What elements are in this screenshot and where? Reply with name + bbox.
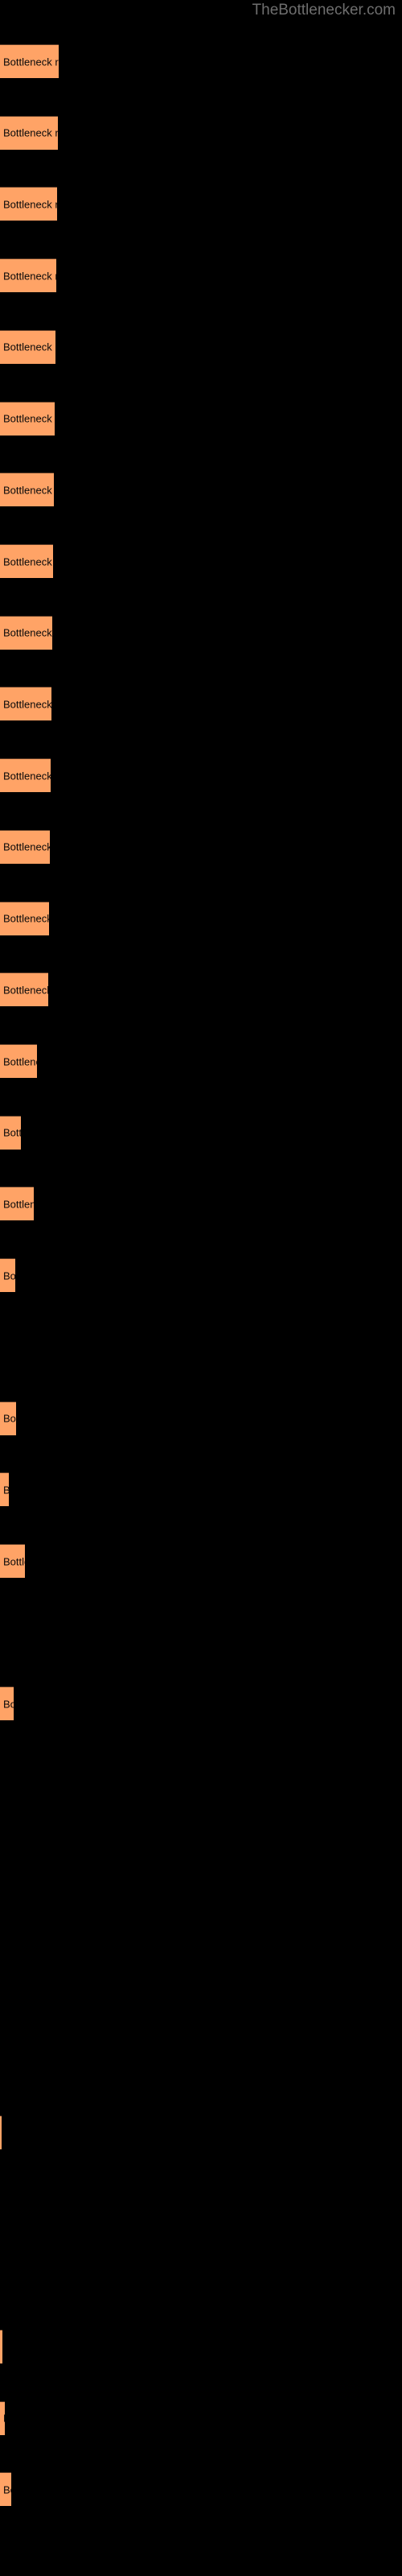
- bar[interactable]: Bottleneck result: [0, 972, 48, 1007]
- bar[interactable]: Bottleneck result: [0, 687, 51, 721]
- bar-label: Bottleneck result: [3, 412, 55, 425]
- bar-label: Bottleneck result: [3, 2413, 5, 2425]
- bar[interactable]: Bottleneck result: [0, 758, 51, 793]
- bar[interactable]: Bottleneck result: [0, 401, 55, 436]
- bar-label: Bottleneck result: [3, 626, 52, 639]
- bar[interactable]: Bottleneck result: [0, 1258, 15, 1293]
- bar-label: Bottleneck result: [3, 126, 58, 139]
- bar-label: Bottleneck result: [3, 1126, 21, 1139]
- bar[interactable]: Bottleneck result: [0, 544, 53, 578]
- bar[interactable]: Bottleneck result: [0, 187, 57, 221]
- bar-label: Bottleneck result: [3, 912, 49, 925]
- bar-label: Bottleneck result: [3, 1269, 15, 1282]
- bar-label: Bottleneck result: [3, 1055, 37, 1067]
- bar-label: Bottleneck result: [3, 1555, 25, 1567]
- bottleneck-bar-chart: Bottleneck result Bottleneck result Bottle…: [0, 0, 402, 2576]
- bar[interactable]: Bottleneck result: [0, 1187, 34, 1221]
- bar-label: Bottleneck result: [3, 198, 57, 211]
- bar-label: Bottleneck result: [3, 770, 51, 782]
- bar-label: Bottleneck result: [3, 2483, 11, 2496]
- bar[interactable]: Bottleneck result: [0, 44, 59, 78]
- bar[interactable]: Bottleneck result: [0, 2115, 2, 2149]
- bar-label: Bottleneck result: [3, 56, 59, 68]
- bar-label: Bottleneck result: [3, 484, 54, 497]
- bar-label: Bottleneck result: [3, 555, 53, 568]
- bar-label: Bottleneck result: [3, 270, 56, 283]
- bar[interactable]: Bottleneck result: [0, 1472, 9, 1507]
- bar-label: Bottleneck result: [3, 341, 55, 353]
- bar[interactable]: Bottleneck result: [0, 2472, 11, 2507]
- bar[interactable]: Bottleneck result: [0, 258, 56, 293]
- bar[interactable]: Bottleneck result: [0, 1401, 16, 1435]
- bar-label: Bottleneck result: [3, 1484, 9, 1496]
- bar[interactable]: Bottleneck result: [0, 1686, 14, 1721]
- bar[interactable]: Bottleneck result: [0, 2401, 5, 2435]
- bar-label: Bottleneck result: [3, 1198, 34, 1211]
- bar[interactable]: Bottleneck result: [0, 829, 50, 864]
- bar[interactable]: Bottleneck result: [0, 1115, 21, 1150]
- bar-label: Bottleneck result: [3, 1698, 14, 1711]
- bar[interactable]: Bottleneck result: [0, 2329, 2, 2363]
- bar[interactable]: Bottleneck result: [0, 615, 52, 650]
- bar-label: Bottleneck result: [3, 984, 48, 997]
- bar[interactable]: Bottleneck result: [0, 1044, 37, 1078]
- bar[interactable]: Bottleneck result: [0, 329, 55, 364]
- bar-label: Bottleneck result: [3, 1412, 16, 1425]
- bar-label: Bottleneck result: [3, 698, 51, 711]
- bar[interactable]: Bottleneck result: [0, 901, 49, 935]
- bar[interactable]: Bottleneck result: [0, 1544, 25, 1578]
- bar[interactable]: Bottleneck result: [0, 473, 54, 507]
- bar-label: Bottleneck result: [3, 840, 50, 853]
- bar[interactable]: Bottleneck result: [0, 115, 58, 150]
